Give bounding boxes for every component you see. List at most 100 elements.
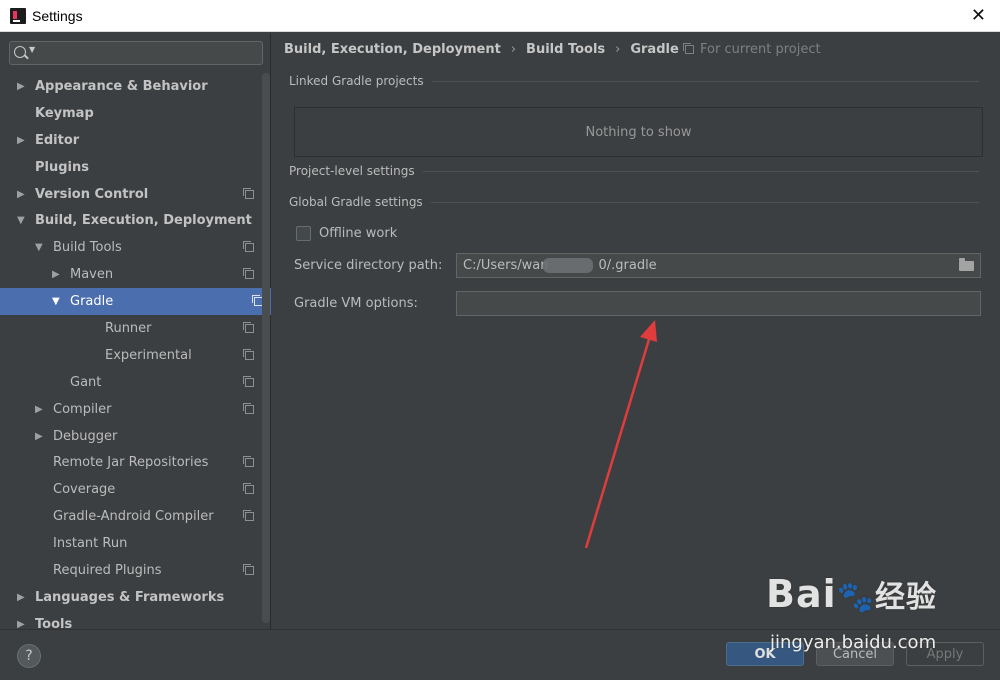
sidebar-item-label: Remote Jar Repositories (53, 455, 209, 471)
section-divider (430, 201, 979, 203)
for-current-project-label: For current project (700, 42, 821, 57)
search-input[interactable] (40, 44, 260, 62)
sidebar-item-label: Plugins (35, 159, 89, 175)
sidebar-item-label: Instant Run (53, 536, 128, 552)
project-copy-icon (243, 348, 254, 360)
sidebar-item[interactable]: Plugins (0, 154, 262, 181)
dialog-button-bar: ? OK Cancel Apply (0, 629, 1000, 680)
ok-button[interactable]: OK (726, 642, 804, 666)
sidebar-item[interactable]: ▼ Build Tools (0, 234, 262, 261)
sidebar-item[interactable]: ▶ Compiler (0, 396, 262, 423)
sidebar-item[interactable]: Runner (0, 315, 262, 342)
sidebar-item[interactable]: ▶ Editor (0, 127, 262, 154)
sidebar-item-label: Gradle-Android Compiler (53, 509, 214, 525)
project-copy-icon (243, 483, 254, 495)
global-settings-section: Global Gradle settings (289, 195, 979, 209)
project-copy-icon (243, 322, 254, 334)
sidebar-item-label: Gradle (70, 294, 114, 310)
expanded-arrow-icon[interactable]: ▼ (52, 296, 66, 307)
sidebar-item[interactable]: ▶ Debugger (0, 423, 262, 450)
close-icon[interactable]: ✕ (971, 5, 986, 26)
sidebar-item-label: Editor (35, 132, 80, 148)
collapsed-arrow-icon[interactable]: ▶ (17, 81, 31, 92)
project-copy-icon (243, 402, 254, 414)
sidebar-item[interactable]: Experimental (0, 342, 262, 369)
sidebar-scrollbar[interactable] (262, 73, 270, 623)
collapsed-arrow-icon[interactable]: ▶ (52, 269, 66, 280)
settings-sidebar: ▼ ▶ Appearance & Behavior Keymap ▶ Editor Plu… (0, 33, 271, 632)
sidebar-item-label: Version Control (35, 186, 149, 202)
project-copy-icon (243, 510, 254, 522)
project-copy-icon (243, 268, 254, 280)
sidebar-item-label: Keymap (35, 105, 94, 121)
sidebar-item-label: Experimental (105, 347, 192, 363)
title-bar: Settings ✕ (0, 0, 1000, 32)
collapsed-arrow-icon[interactable]: ▶ (35, 431, 49, 442)
sidebar-item-label: Build, Execution, Deployment (35, 213, 252, 229)
window-title: Settings (32, 7, 83, 24)
sidebar-item[interactable]: ▶ Version Control (0, 181, 262, 208)
breadcrumb-item: Build, Execution, Deployment (284, 42, 501, 57)
service-directory-suffix: 0/.gradle (598, 258, 657, 273)
sidebar-item[interactable]: ▶ Maven (0, 261, 262, 288)
expanded-arrow-icon[interactable]: ▼ (35, 242, 49, 253)
sidebar-item[interactable]: ▼ Build, Execution, Deployment (0, 207, 262, 234)
sidebar-item-label: Compiler (53, 401, 112, 417)
section-title: Linked Gradle projects (289, 74, 424, 88)
project-copy-icon (243, 187, 254, 199)
help-button[interactable]: ? (17, 644, 41, 668)
sidebar-item-label: Coverage (53, 482, 116, 498)
sidebar-item[interactable]: Remote Jar Repositories (0, 449, 262, 476)
sidebar-item-label: Maven (70, 267, 114, 283)
sidebar-item[interactable]: Keymap (0, 100, 262, 127)
breadcrumb: Build, Execution, Deployment › Build Too… (284, 42, 679, 57)
intellij-app-icon (10, 7, 26, 24)
sidebar-item[interactable]: Gradle-Android Compiler (0, 503, 262, 530)
collapsed-arrow-icon[interactable]: ▶ (17, 135, 31, 146)
linked-projects-section: Linked Gradle projects (289, 74, 979, 88)
for-current-project-note: For current project (683, 42, 821, 57)
sidebar-item-label: Appearance & Behavior (35, 78, 208, 94)
search-icon[interactable] (14, 46, 26, 58)
breadcrumb-item: Build Tools (526, 42, 606, 57)
offline-work-checkbox[interactable] (296, 226, 311, 241)
service-directory-field[interactable]: C:/Users/wan 0/.gradle (456, 253, 981, 278)
settings-tree: ▶ Appearance & Behavior Keymap ▶ Editor Plugi… (0, 73, 271, 638)
search-box[interactable]: ▼ (9, 41, 263, 65)
expanded-arrow-icon[interactable]: ▼ (17, 215, 31, 226)
collapsed-arrow-icon[interactable]: ▶ (17, 592, 31, 603)
offline-work-row[interactable]: Offline work (296, 226, 397, 241)
sidebar-item[interactable]: ▼ Gradle (0, 288, 271, 316)
sidebar-item[interactable]: Required Plugins (0, 557, 262, 584)
offline-work-label[interactable]: Offline work (319, 226, 397, 241)
section-title: Global Gradle settings (289, 195, 423, 209)
project-copy-icon (243, 375, 254, 387)
apply-button[interactable]: Apply (906, 642, 984, 666)
cancel-button[interactable]: Cancel (816, 642, 894, 666)
breadcrumb-separator-icon: › (510, 42, 517, 57)
gradle-vm-options-label: Gradle VM options: (294, 296, 418, 311)
sidebar-item[interactable]: Coverage (0, 476, 262, 503)
folder-icon[interactable] (959, 258, 974, 271)
sidebar-item-label: Debugger (53, 428, 118, 444)
sidebar-item-label: Build Tools (53, 240, 122, 256)
breadcrumb-item: Gradle (630, 42, 679, 57)
sidebar-item-label: Runner (105, 320, 152, 336)
redaction-blur (543, 258, 593, 273)
project-level-section: Project-level settings (289, 164, 979, 178)
sidebar-item[interactable]: ▶ Languages & Frameworks (0, 584, 262, 611)
sidebar-item[interactable]: Gant (0, 369, 262, 396)
chevron-down-icon[interactable]: ▼ (29, 45, 35, 54)
sidebar-item[interactable]: Instant Run (0, 530, 262, 557)
collapsed-arrow-icon[interactable]: ▶ (17, 189, 31, 200)
gradle-vm-options-input[interactable] (456, 291, 981, 316)
project-copy-icon (683, 43, 694, 54)
sidebar-item-label: Required Plugins (53, 562, 162, 578)
linked-projects-list[interactable]: Nothing to show (294, 107, 983, 157)
section-title: Project-level settings (289, 164, 415, 178)
service-directory-label: Service directory path: (294, 258, 443, 273)
collapsed-arrow-icon[interactable]: ▶ (35, 404, 49, 415)
project-copy-icon (243, 456, 254, 468)
section-divider (422, 170, 979, 172)
sidebar-item[interactable]: ▶ Appearance & Behavior (0, 73, 262, 100)
